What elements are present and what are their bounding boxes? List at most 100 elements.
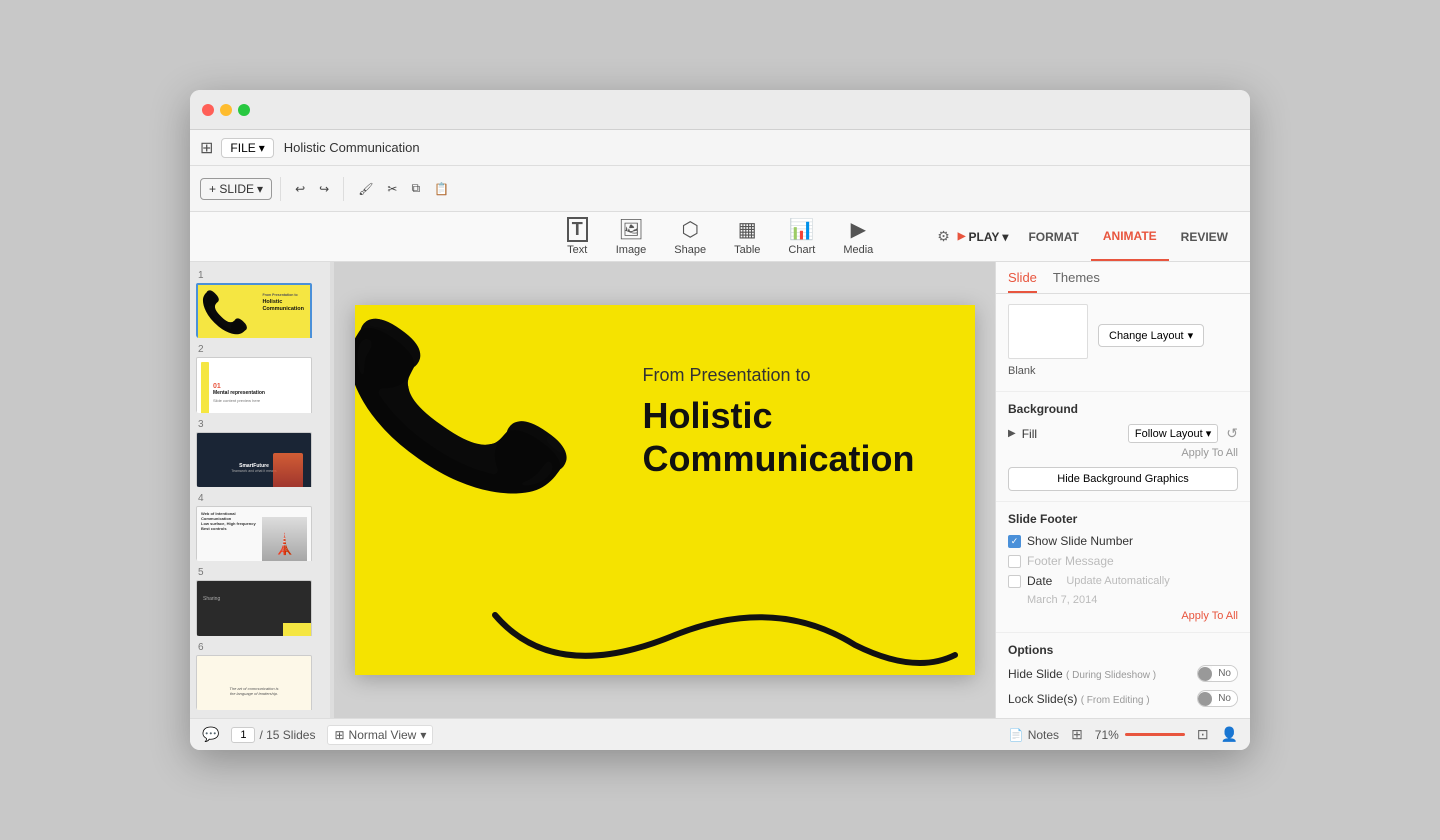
- copy-button[interactable]: ⧉: [405, 177, 426, 200]
- slide1-text: From Presentation to HolisticCommunicati…: [262, 293, 304, 313]
- slide-preview-1: 📞 From Presentation to HolisticCommunica…: [196, 283, 312, 338]
- insert-table[interactable]: ▦ Table: [734, 217, 760, 256]
- layout-section: Blank Change Layout ▾: [996, 294, 1250, 392]
- slide-thumb-6[interactable]: 6 The art of communication isthe languag…: [196, 642, 324, 710]
- notes-label: Notes: [1028, 728, 1059, 742]
- play-button[interactable]: ▶ PLAY ▾: [950, 226, 1017, 248]
- format-tab[interactable]: FORMAT: [1016, 212, 1090, 261]
- status-bar: 💬 / 15 Slides ⊞ Normal View ▾ 📄 Notes ⊞ …: [190, 718, 1250, 750]
- fill-row: ▶ Fill Follow Layout ▾ ↺: [1008, 424, 1238, 443]
- canvas-title-line1: Holistic: [642, 395, 772, 436]
- background-label: Background: [1008, 402, 1238, 416]
- fill-dropdown[interactable]: Follow Layout ▾: [1128, 424, 1218, 443]
- phone-icon: 📞: [200, 289, 250, 336]
- slide-preview-5: Sharing Shar...: [196, 580, 312, 635]
- insert-media[interactable]: ▶ Media: [843, 217, 873, 256]
- hide-slide-toggle[interactable]: No: [1197, 665, 1238, 682]
- add-slide-button[interactable]: + SLIDE ▾: [200, 178, 272, 200]
- lock-slide-toggle[interactable]: No: [1197, 690, 1238, 707]
- show-slide-number-label: Show Slide Number: [1027, 534, 1133, 548]
- show-slide-number-checkbox[interactable]: [1008, 535, 1021, 548]
- layout-icon[interactable]: ⊞: [1071, 726, 1083, 743]
- slide-number-input[interactable]: [231, 727, 255, 743]
- fill-label: Fill: [1022, 427, 1122, 441]
- lock-toggle-dot-icon: [1198, 692, 1212, 706]
- file-label: FILE: [230, 141, 255, 155]
- insert-text[interactable]: T Text: [567, 217, 588, 256]
- total-slides-label: / 15 Slides: [259, 728, 315, 742]
- slide-footer-label: Slide Footer: [1008, 512, 1238, 526]
- chat-icon[interactable]: 💬: [202, 726, 219, 743]
- footer-message-checkbox[interactable]: [1008, 555, 1021, 568]
- insert-table-label: Table: [734, 244, 760, 256]
- slide-panel: 1 📞 From Presentation to HolisticCommuni…: [190, 262, 330, 718]
- close-button[interactable]: [202, 104, 214, 116]
- right-tabs: ⚙ ▶ PLAY ▾ FORMAT ANIMATE REVIEW: [937, 212, 1250, 261]
- paste-button[interactable]: 📋: [428, 178, 455, 200]
- cut-button[interactable]: ✂: [381, 178, 403, 200]
- view-selector[interactable]: ⊞ Normal View ▾: [327, 725, 433, 745]
- insert-image[interactable]: 🖼 Image: [616, 217, 647, 256]
- date-value: March 7, 2014: [1027, 594, 1238, 606]
- view-chevron-icon: ▾: [420, 728, 426, 742]
- slide-canvas: 📞 From Presentation to Holistic Communic…: [355, 305, 975, 675]
- zoom-fit-icon[interactable]: ⊡: [1197, 726, 1209, 743]
- toolbar-separator: [280, 177, 281, 201]
- grid-icon[interactable]: ⊞: [200, 138, 213, 158]
- undo-button[interactable]: ↩: [289, 178, 311, 200]
- slide-thumb-5[interactable]: 5 Sharing Shar...: [196, 567, 324, 635]
- toolbar-group-history: ↩ ↪: [289, 178, 335, 200]
- animate-tab[interactable]: ANIMATE: [1091, 212, 1169, 261]
- insert-shape[interactable]: ⬡ Shape: [674, 217, 706, 256]
- canvas-subtitle: From Presentation to: [642, 365, 914, 386]
- toggle-dot-icon: [1198, 667, 1212, 681]
- slide-thumb-2[interactable]: 2 01 Mental representation Slide content…: [196, 344, 324, 412]
- slide-number-2: 2: [196, 344, 324, 355]
- slide-thumb-1[interactable]: 1 📞 From Presentation to HolisticCommuni…: [196, 270, 324, 338]
- canvas-title-line2: Communication: [642, 438, 914, 479]
- slide-thumb-3[interactable]: 3 SmartFuture Teamwork and what it means: [196, 419, 324, 487]
- text-icon: T: [567, 217, 588, 242]
- insert-shape-label: Shape: [674, 244, 706, 256]
- lock-slide-row: Lock Slide(s) ( From Editing ) No: [1008, 690, 1238, 707]
- canvas-area[interactable]: 📞 From Presentation to Holistic Communic…: [334, 262, 995, 718]
- file-menu[interactable]: FILE ▾: [221, 138, 273, 158]
- apply-all-footer[interactable]: Apply To All: [1008, 610, 1238, 622]
- toolbar: + SLIDE ▾ ↩ ↪ 🖌 ✂ ⧉ 📋: [190, 166, 1250, 212]
- layout-name: Blank: [1008, 365, 1088, 377]
- footer-message-row: Footer Message: [1008, 554, 1238, 568]
- minimize-button[interactable]: [220, 104, 232, 116]
- format-paint-button[interactable]: 🖌: [352, 178, 379, 200]
- user-icon[interactable]: 👤: [1221, 726, 1238, 743]
- apply-all-text[interactable]: Apply To All: [1008, 447, 1238, 459]
- notes-button[interactable]: 📄 Notes: [1009, 728, 1059, 742]
- insert-text-label: Text: [567, 244, 587, 256]
- slide-thumb-4[interactable]: 4 Web of IntentionalCommunicationLow sur…: [196, 493, 324, 561]
- redo-button[interactable]: ↪: [313, 178, 335, 200]
- hide-slide-no-label: No: [1212, 666, 1237, 681]
- slide-tab[interactable]: Slide: [1008, 270, 1037, 293]
- themes-tab[interactable]: Themes: [1053, 270, 1100, 293]
- slide-footer-section: Slide Footer Show Slide Number Footer Me…: [996, 502, 1250, 633]
- add-slide-label: + SLIDE: [209, 182, 254, 196]
- insert-chart[interactable]: 📊 Chart: [788, 217, 815, 256]
- image-icon: 🖼: [618, 217, 643, 242]
- maximize-button[interactable]: [238, 104, 250, 116]
- lock-slide-no-label: No: [1212, 691, 1237, 706]
- canvas-title: Holistic Communication: [642, 394, 914, 480]
- update-auto-label: Update Automatically: [1066, 575, 1169, 587]
- insert-chart-label: Chart: [788, 244, 815, 256]
- date-checkbox[interactable]: [1008, 575, 1021, 588]
- change-layout-button[interactable]: Change Layout ▾: [1098, 324, 1204, 347]
- review-tab[interactable]: REVIEW: [1169, 212, 1240, 261]
- fill-expand-icon[interactable]: ▶: [1008, 428, 1016, 439]
- view-icon: ⊞: [334, 728, 344, 742]
- options-section: Options Hide Slide ( During Slideshow ) …: [996, 633, 1250, 718]
- footer-message-label: Footer Message: [1027, 554, 1114, 568]
- zoom-slider[interactable]: [1125, 733, 1185, 736]
- right-panel-tabs: Slide Themes: [996, 262, 1250, 294]
- shape-icon: ⬡: [681, 217, 698, 242]
- hide-background-button[interactable]: Hide Background Graphics: [1008, 467, 1238, 491]
- reset-fill-icon[interactable]: ↺: [1226, 425, 1238, 442]
- settings-icon[interactable]: ⚙: [937, 228, 950, 245]
